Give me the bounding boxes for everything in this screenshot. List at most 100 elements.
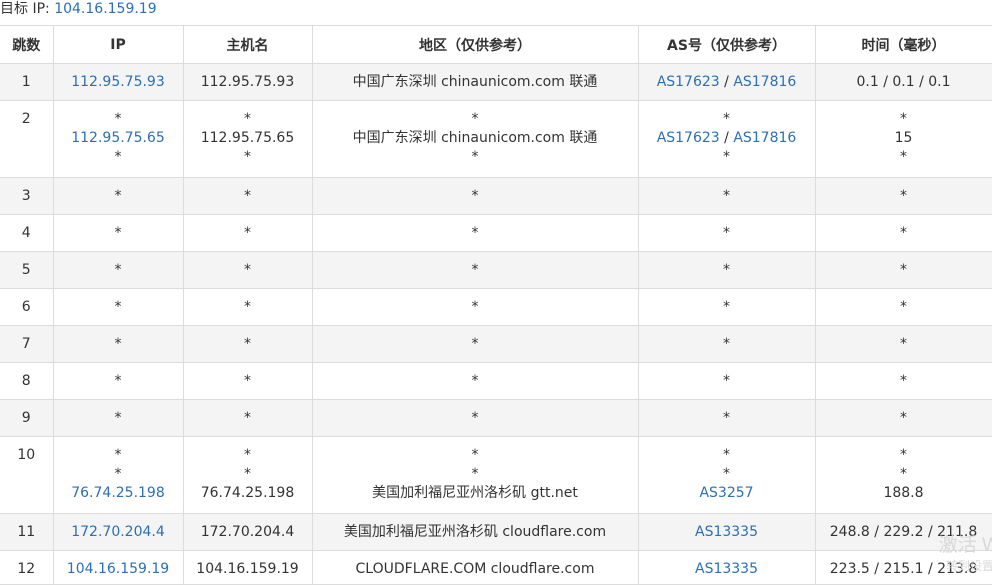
ip-cell: * [53, 288, 184, 326]
host-cell: * [183, 325, 313, 363]
as-placeholder: * [723, 225, 730, 241]
hop-cell: 11 [0, 513, 54, 551]
region-text: CLOUDFLARE.COM cloudflare.com [355, 561, 595, 577]
hop-cell: 8 [0, 362, 54, 400]
host-cell: 172.70.204.4 [183, 513, 313, 551]
as-link[interactable]: AS17816 [733, 74, 796, 90]
time-cell: * 15 * [815, 100, 992, 178]
time-cell: 248.8 / 229.2 / 211.8 [815, 513, 992, 551]
table-row: 11 172.70.204.4 172.70.204.4 美国加利福尼亚州洛杉矶 cl… [0, 513, 992, 551]
no-response-placeholder: * [244, 299, 251, 315]
as-cell: AS17623 / AS17816 [638, 63, 816, 101]
time-cell: * [815, 177, 992, 215]
ip-cell: 112.95.75.93 [53, 63, 184, 101]
no-response-placeholder: * [114, 262, 122, 278]
no-response-placeholder: * [114, 188, 122, 204]
no-response-placeholder: * [114, 149, 122, 165]
no-response-placeholder: * [900, 410, 907, 426]
as-link[interactable]: AS17623 [657, 74, 720, 90]
no-response-placeholder: * [471, 262, 479, 278]
hostname: 112.95.75.65 [200, 130, 295, 146]
hop-number: 4 [21, 225, 31, 241]
ip-address[interactable]: 104.16.159.19 [54, 560, 183, 579]
ip-cell: 172.70.204.4 [53, 513, 184, 551]
as-placeholder: * [723, 466, 730, 482]
as-placeholder: * [723, 149, 730, 165]
time-cell: * [815, 251, 992, 289]
time-cell: * [815, 288, 992, 326]
ip-address[interactable]: 76.74.25.198 [54, 484, 183, 503]
host-cell: * [183, 214, 313, 252]
table-row: 7 * * * * * [0, 325, 992, 363]
hop-number: 7 [21, 336, 31, 352]
as-link[interactable]: AS13335 [695, 524, 758, 540]
hop-cell: 1 [0, 63, 54, 101]
ip-address[interactable]: 172.70.204.4 [54, 523, 183, 542]
no-response-placeholder: * [244, 466, 251, 482]
region-cell: * [312, 362, 639, 400]
as-placeholder: * [723, 336, 730, 352]
ip-address[interactable]: 112.95.75.65 [54, 129, 183, 148]
hop-number: 5 [21, 262, 31, 278]
host-cell: * [183, 362, 313, 400]
hop-cell: 4 [0, 214, 54, 252]
ip-cell: * [53, 251, 184, 289]
no-response-placeholder: * [471, 111, 479, 127]
as-line: AS3257 [639, 484, 815, 503]
as-cell: AS13335 [638, 550, 816, 585]
target-ip-label: 目标 IP: [0, 1, 50, 17]
as-cell: * [638, 325, 816, 363]
ip-address[interactable]: 112.95.75.93 [54, 73, 183, 92]
hop-cell: 10 [0, 436, 54, 514]
no-response-placeholder: * [471, 466, 479, 482]
ip-cell: 104.16.159.19 [53, 550, 184, 585]
no-response-placeholder: * [244, 111, 251, 127]
ip-cell: * [53, 362, 184, 400]
table-row: 5 * * * * * [0, 251, 992, 289]
ip-cell: * [53, 214, 184, 252]
hop-cell: 2 [0, 100, 54, 178]
no-response-placeholder: * [900, 299, 907, 315]
column-header-region: 地区（仅供参考） [312, 25, 639, 64]
host-cell: * [183, 399, 313, 437]
as-placeholder: * [723, 262, 730, 278]
no-response-placeholder: * [114, 410, 122, 426]
traceroute-table-body: 1 112.95.75.93 112.95.75.93 中国广东深圳 chinauni… [0, 63, 992, 585]
no-response-placeholder: * [471, 447, 479, 463]
hop-cell: 7 [0, 325, 54, 363]
as-line: * [639, 335, 815, 354]
as-line: AS13335 [639, 560, 815, 579]
no-response-placeholder: * [244, 447, 251, 463]
as-placeholder: * [723, 188, 730, 204]
host-cell: * [183, 177, 313, 215]
as-link[interactable]: AS3257 [699, 485, 753, 501]
region-cell: * [312, 325, 639, 363]
as-cell: * [638, 214, 816, 252]
no-response-placeholder: * [114, 336, 122, 352]
no-response-placeholder: * [471, 336, 479, 352]
no-response-placeholder: * [114, 466, 122, 482]
as-link[interactable]: AS13335 [695, 561, 758, 577]
as-link[interactable]: AS17623 [657, 130, 720, 146]
as-cell: * * AS3257 [638, 436, 816, 514]
as-link[interactable]: AS17816 [733, 130, 796, 146]
as-cell: * [638, 362, 816, 400]
no-response-placeholder: * [900, 447, 907, 463]
ip-cell: * [53, 399, 184, 437]
region-cell: * * 美国加利福尼亚州洛杉矶 gtt.net [312, 436, 639, 514]
as-line: AS17623 / AS17816 [639, 73, 815, 92]
latency-value: 248.8 / 229.2 / 211.8 [829, 524, 978, 540]
no-response-placeholder: * [900, 373, 907, 389]
as-cell: * [638, 177, 816, 215]
table-row: 6 * * * * * [0, 288, 992, 326]
hop-number: 1 [21, 74, 31, 90]
hostname: 104.16.159.19 [196, 561, 299, 577]
table-row: 8 * * * * * [0, 362, 992, 400]
table-row: 9 * * * * * [0, 399, 992, 437]
as-line: * [639, 187, 815, 206]
no-response-placeholder: * [244, 373, 251, 389]
region-cell: * [312, 251, 639, 289]
no-response-placeholder: * [900, 149, 907, 165]
hop-cell: 6 [0, 288, 54, 326]
as-line: AS17623 / AS17816 [639, 129, 815, 148]
